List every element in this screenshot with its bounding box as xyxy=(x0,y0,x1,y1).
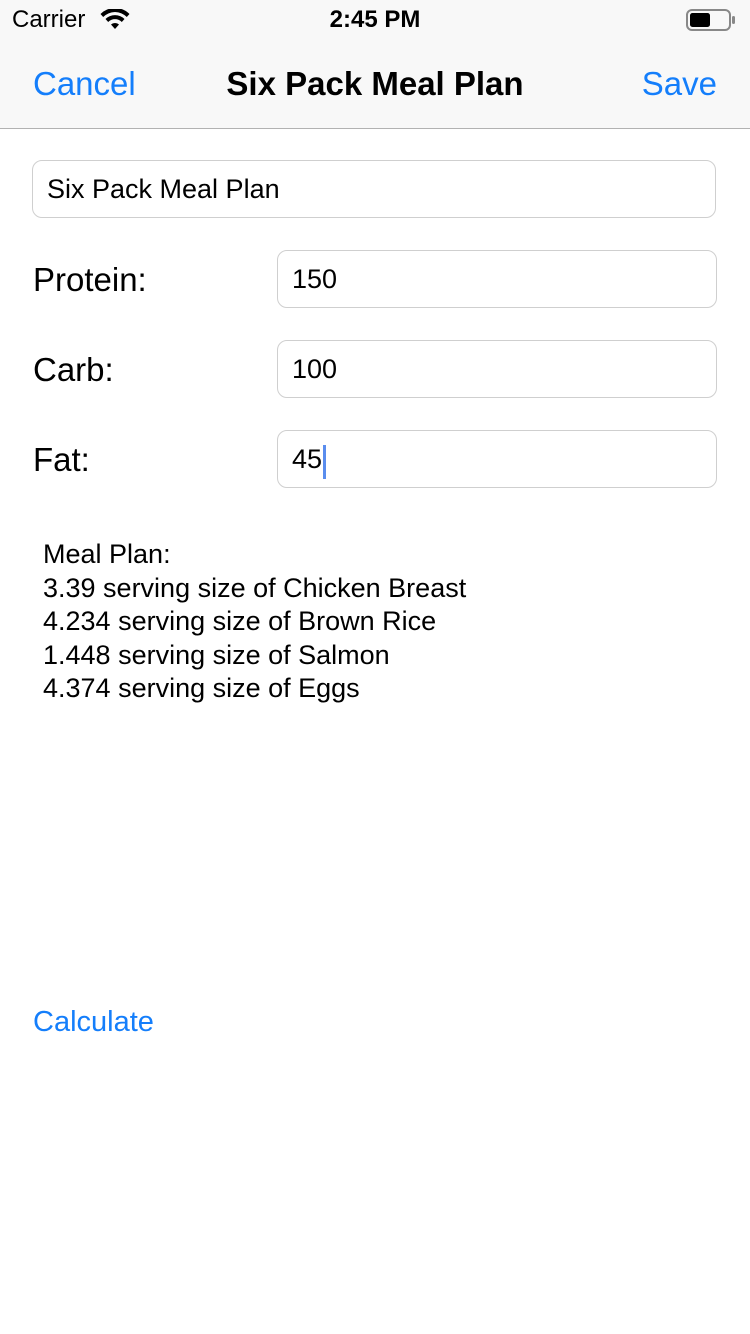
navigation-bar: Cancel Six Pack Meal Plan Save xyxy=(0,40,750,129)
status-bar: Carrier 2:45 PM xyxy=(0,0,750,40)
meal-plan-heading: Meal Plan: xyxy=(43,539,171,569)
fat-field[interactable]: 45 xyxy=(277,430,717,488)
save-button[interactable]: Save xyxy=(642,64,717,104)
fat-label: Fat: xyxy=(33,441,90,478)
meal-plan-line: 4.234 serving size of Brown Rice xyxy=(43,606,437,636)
calculate-button[interactable]: Calculate xyxy=(33,1004,154,1040)
fat-field-value: 45 xyxy=(292,444,323,474)
page-title: Six Pack Meal Plan xyxy=(226,65,524,102)
screen: Carrier 2:45 PM Cancel Six Pack Meal Pla… xyxy=(0,0,750,1334)
battery-icon xyxy=(686,9,736,31)
meal-plan-output: Meal Plan: 3.39 serving size of Chicken … xyxy=(43,538,723,706)
meal-plan-line: 1.448 serving size of Salmon xyxy=(43,639,390,670)
carb-field[interactable] xyxy=(277,340,717,398)
text-cursor xyxy=(323,444,327,479)
carb-label: Carb: xyxy=(33,351,114,388)
status-time: 2:45 PM xyxy=(329,6,421,33)
protein-label: Protein: xyxy=(33,261,147,298)
plan-name-field[interactable] xyxy=(32,160,716,218)
protein-field[interactable] xyxy=(277,250,717,308)
meal-plan-line: 4.374 serving size of Eggs xyxy=(43,673,360,703)
meal-plan-line: 3.39 serving size of Chicken Breast xyxy=(43,572,467,603)
